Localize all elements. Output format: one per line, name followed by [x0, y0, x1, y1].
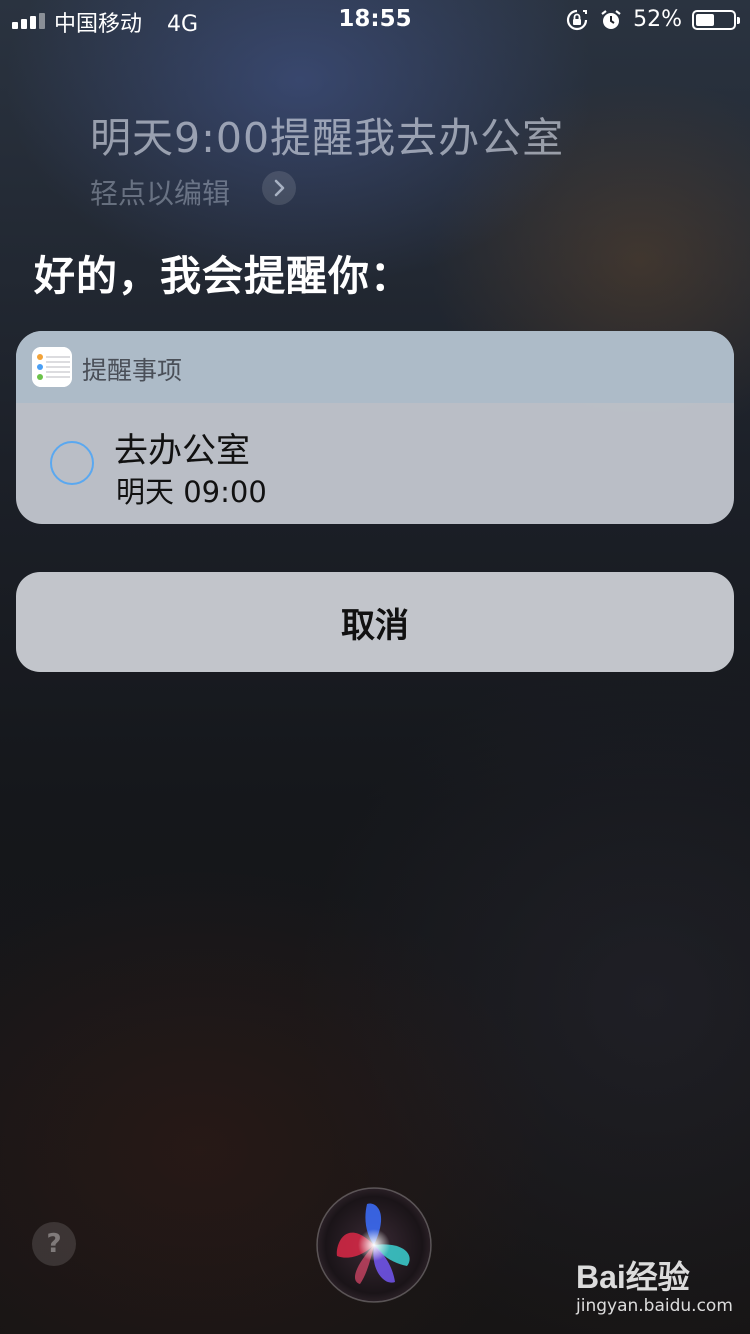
reminder-card[interactable]: 提醒事项 去办公室 明天 09:00: [16, 331, 734, 524]
reminder-title: 去办公室: [114, 431, 250, 471]
reminders-app-name: 提醒事项: [82, 356, 183, 385]
siri-orb-icon[interactable]: [315, 1186, 433, 1304]
battery-percent: 52%: [633, 7, 682, 32]
chevron-right-icon: [274, 179, 285, 197]
alarm-icon: [601, 9, 621, 29]
reminder-due-time: 明天 09:00: [116, 475, 267, 509]
battery-icon: [692, 9, 740, 30]
reminder-card-header: 提醒事项: [16, 331, 734, 403]
help-button[interactable]: ?: [32, 1222, 76, 1266]
status-bar: 中国移动 4G 18:55 52%: [0, 0, 750, 42]
status-right: 52%: [565, 7, 740, 32]
orientation-lock-icon: [567, 9, 588, 30]
battery-fill: [696, 13, 714, 26]
siri-reply: 好的，我会提醒你：: [34, 252, 412, 300]
edit-chevron-button[interactable]: [262, 171, 296, 205]
siri-query-text[interactable]: 明天9:00提醒我去办公室: [90, 104, 564, 164]
cancel-button[interactable]: 取消: [16, 572, 734, 672]
reminders-app-icon: [32, 347, 72, 387]
baidu-jingyan-watermark: Bai经验 jingyan.baidu.com: [574, 1252, 744, 1322]
tap-to-edit-hint[interactable]: 轻点以编辑: [90, 172, 230, 212]
watermark-logo: Bai经验: [576, 1259, 690, 1295]
watermark-url: jingyan.baidu.com: [576, 1296, 733, 1316]
reminder-checkbox[interactable]: [50, 441, 94, 485]
